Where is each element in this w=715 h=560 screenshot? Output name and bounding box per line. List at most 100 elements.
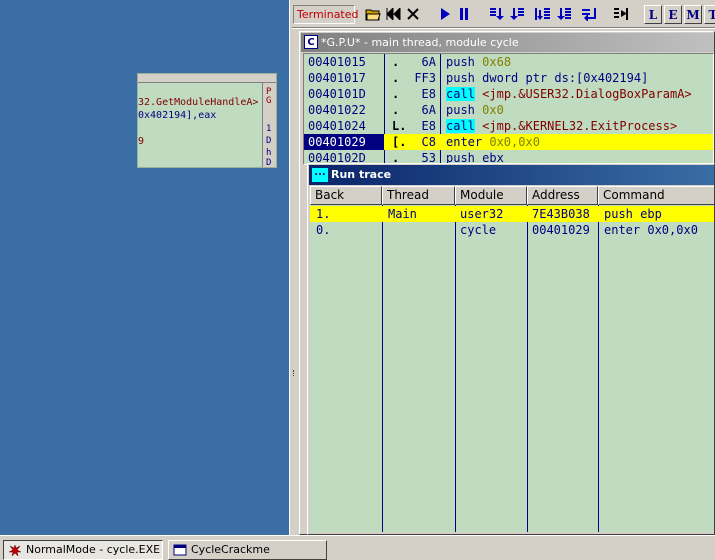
run-trace-title: Run trace bbox=[331, 168, 392, 181]
disasm-hex: FF3 bbox=[414, 71, 436, 85]
disasm-address: 00401015 bbox=[308, 55, 366, 69]
animate-into-icon bbox=[535, 8, 550, 20]
disasm-opcode: call bbox=[446, 87, 475, 101]
execute-till-return-button[interactable] bbox=[580, 5, 598, 23]
trace-back: 0. bbox=[316, 223, 331, 237]
disasm-call-target: <jmp.&USER32.DialogBoxParamA> bbox=[482, 87, 692, 101]
run-trace-window[interactable]: ... Run trace Back Thread Module Address… bbox=[307, 163, 715, 535]
disasm-address: 0040101D bbox=[308, 87, 366, 101]
disasm-row[interactable]: 0040101D . E8 call <jmp.&USER32.DialogBo… bbox=[304, 86, 713, 102]
taskbar-item-debugger[interactable]: NormalMode - cycle.EXE bbox=[3, 540, 163, 560]
cpu-window-title: *G.P.U* - main thread, module cycle bbox=[321, 36, 519, 49]
disasm-hex: 6A bbox=[421, 55, 436, 69]
run-trace-table[interactable]: Back Thread Module Address Command 1. Ma… bbox=[310, 186, 714, 532]
cpu-window-icon: C bbox=[304, 35, 318, 49]
trace-address: 7E43B038 bbox=[532, 207, 590, 221]
step-into-button[interactable] bbox=[488, 5, 506, 23]
disasm-marker: L. bbox=[392, 119, 407, 133]
debug-status-indicator: Terminated bbox=[293, 5, 359, 24]
background-right-text-d: D bbox=[266, 136, 272, 146]
disasm-hex: C8 bbox=[421, 135, 436, 149]
rewind-icon bbox=[386, 8, 401, 20]
disasm-row[interactable]: 00401024 L. E8 call <jmp.&KERNEL32.ExitP… bbox=[304, 118, 713, 134]
cpu-window-titlebar[interactable]: C *G.P.U* - main thread, module cycle bbox=[301, 33, 714, 52]
disasm-row-selected[interactable]: 00401029 [. C8 enter 0x0,0x0 bbox=[304, 134, 713, 150]
go-to-origin-button[interactable] bbox=[612, 5, 630, 23]
background-window-divider: P G 1 D h D bbox=[262, 83, 276, 168]
trace-back: 1. bbox=[316, 207, 331, 221]
disasm-row[interactable]: 00401017 . FF3 push dword ptr ds:[0x4021… bbox=[304, 70, 713, 86]
disasm-address: 00401017 bbox=[308, 71, 366, 85]
trace-module: user32 bbox=[460, 207, 504, 221]
column-header-back[interactable]: Back bbox=[310, 186, 382, 205]
disasm-operand: dword ptr ds:[0x402194] bbox=[482, 71, 649, 85]
disasm-opcode: push bbox=[446, 103, 475, 117]
restart-button[interactable] bbox=[384, 5, 402, 23]
disasm-address: 00401022 bbox=[308, 103, 366, 117]
background-right-text-e: h bbox=[266, 148, 272, 158]
disasm-address: 00401024 bbox=[308, 119, 366, 133]
step-into-icon bbox=[490, 8, 504, 20]
run-trace-titlebar[interactable]: ... Run trace bbox=[309, 165, 714, 185]
disasm-operand: 0x0 bbox=[482, 103, 504, 117]
disasm-instruction: enter 0x0,0x0 bbox=[446, 134, 540, 150]
trace-address: 00401029 bbox=[532, 223, 590, 237]
disasm-instruction: push dword ptr ds:[0x402194] bbox=[446, 70, 648, 86]
resize-grip[interactable] bbox=[293, 370, 295, 376]
toolbar-separator bbox=[292, 27, 715, 29]
disasm-opcode: push bbox=[446, 71, 475, 85]
trace-row-selected[interactable]: 1. Main user32 7E43B038 push ebp bbox=[310, 206, 714, 222]
taskbar: NormalMode - cycle.EXE CycleCrackme bbox=[0, 535, 715, 560]
disasm-row[interactable]: 00401015 . 6A push 0x68 bbox=[304, 54, 713, 70]
animate-over-icon bbox=[557, 8, 571, 20]
background-disasm-window[interactable]: 32.GetModuleHandleA> 0x402194],eax 9 P G… bbox=[137, 73, 277, 168]
disasm-operand: 0x0,0x0 bbox=[489, 135, 540, 149]
background-line-2: 0x402194],eax bbox=[138, 110, 217, 121]
memory-map-button[interactable]: M bbox=[684, 5, 702, 24]
pause-button[interactable] bbox=[455, 5, 473, 23]
executable-modules-button[interactable]: E bbox=[664, 5, 682, 24]
threads-button[interactable]: T bbox=[704, 5, 715, 24]
close-icon bbox=[407, 8, 419, 20]
disasm-instruction: call <jmp.&KERNEL32.ExitProcess> bbox=[446, 118, 677, 134]
disasm-call-target: <jmp.&KERNEL32.ExitProcess> bbox=[482, 119, 678, 133]
trace-command: enter 0x0,0x0 bbox=[604, 223, 698, 237]
column-divider bbox=[455, 205, 456, 532]
column-divider bbox=[527, 205, 528, 532]
disasm-instruction: push 0x68 bbox=[446, 54, 511, 70]
column-divider bbox=[382, 205, 383, 532]
disasm-hex: E8 bbox=[421, 119, 436, 133]
folder-open-icon bbox=[365, 9, 381, 21]
background-line-3: 9 bbox=[138, 136, 145, 147]
bug-icon bbox=[8, 544, 22, 557]
close-debuggee-button[interactable] bbox=[404, 5, 422, 23]
disasm-marker: . bbox=[392, 87, 400, 101]
animate-over-button[interactable] bbox=[555, 5, 573, 23]
disasm-opcode: call bbox=[446, 119, 475, 133]
run-button[interactable] bbox=[436, 5, 454, 23]
open-file-button[interactable] bbox=[364, 5, 382, 23]
step-over-button[interactable] bbox=[508, 5, 526, 23]
disasm-row[interactable]: 00401022 . 6A push 0x0 bbox=[304, 102, 713, 118]
background-right-text-c: 1 bbox=[266, 124, 272, 134]
disassembly-pane[interactable]: 00401015 . 6A push 0x68 00401017 . FF3 p… bbox=[303, 53, 714, 165]
column-header-address[interactable]: Address bbox=[527, 186, 598, 205]
disasm-marker: . bbox=[392, 103, 400, 117]
column-header-thread[interactable]: Thread bbox=[382, 186, 455, 205]
column-header-module[interactable]: Module bbox=[455, 186, 527, 205]
taskbar-item-crackme[interactable]: CycleCrackme bbox=[168, 540, 327, 560]
trace-row[interactable]: 0. cycle 00401029 enter 0x0,0x0 bbox=[310, 222, 714, 238]
disasm-operand: 0x68 bbox=[482, 55, 512, 69]
disasm-hex: 6A bbox=[421, 103, 436, 117]
trace-thread: Main bbox=[388, 207, 417, 221]
animate-into-button[interactable] bbox=[534, 5, 552, 23]
disasm-opcode: push bbox=[446, 55, 475, 69]
run-trace-icon: ... bbox=[312, 168, 328, 182]
taskbar-item-label: CycleCrackme bbox=[191, 543, 270, 556]
disasm-instruction: call <jmp.&USER32.DialogBoxParamA> bbox=[446, 86, 692, 102]
column-header-command[interactable]: Command bbox=[598, 186, 714, 205]
background-right-text-f: D bbox=[266, 158, 272, 168]
log-window-button[interactable]: L bbox=[644, 5, 662, 24]
background-window-titlebar bbox=[138, 74, 276, 83]
column-divider bbox=[598, 205, 599, 532]
